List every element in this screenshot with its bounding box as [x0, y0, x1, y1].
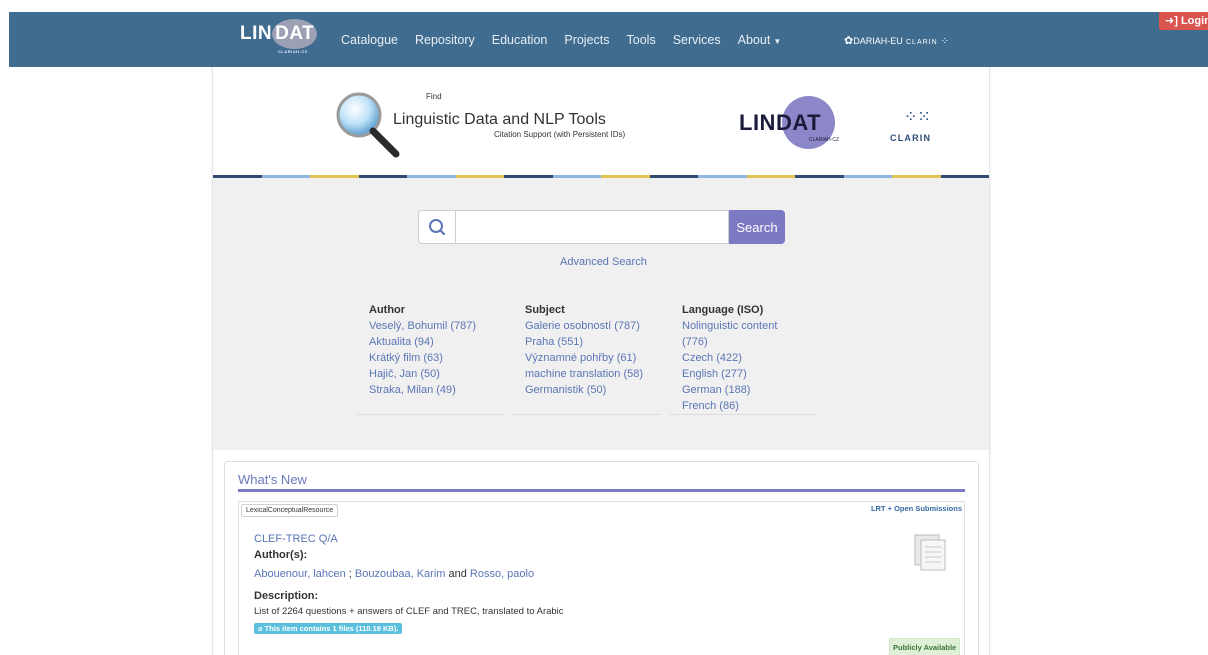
dariah-flower-icon: ✿: [844, 35, 854, 47]
search-area: Search Advanced Search Author Veselý, Bo…: [213, 178, 989, 450]
dariah-label: DARIAH-EU: [853, 36, 903, 46]
facet-value[interactable]: Czech (422): [682, 350, 828, 366]
clarin-nav-label: CLARIN: [906, 39, 938, 46]
author-link[interactable]: Rosso, paolo: [470, 568, 534, 580]
lindat-banner-logo: LINDAT CLARIAH-CZ: [739, 96, 851, 153]
clarin-nav-logo[interactable]: CLARIN ⁘: [906, 36, 949, 47]
facet-heading: Author: [369, 304, 406, 316]
paperclip-icon: ⌀: [258, 624, 265, 633]
citation-subtitle: Citation Support (with Persistent IDs): [494, 130, 626, 139]
facet-value[interactable]: German (188): [682, 382, 828, 398]
authors-list: Abouenour, lahcen ; Bouzoubaa, Karim and…: [254, 568, 534, 580]
facet-value[interactable]: Hajič, Jan (50): [369, 366, 515, 382]
nav-tools[interactable]: Tools: [627, 33, 656, 47]
facet-heading: Subject: [525, 304, 565, 316]
facet-divider: [513, 414, 660, 415]
nav-services[interactable]: Services: [673, 33, 721, 47]
whats-new-title: What's New: [238, 472, 307, 487]
facet-value[interactable]: Aktualita (94): [369, 334, 515, 350]
clarin-dots-icon: ⁘: [940, 36, 950, 47]
files-label: This item contains 1 files (110.19 KB).: [264, 624, 399, 633]
facet-subject: Subject Galerie osobností (787) Praha (5…: [513, 304, 671, 415]
clarin-logo-icon: ⁘⁙: [904, 109, 931, 126]
files-badge: ⌀ This item contains 1 files (110.19 KB)…: [254, 623, 403, 634]
logo-text: LIN: [240, 23, 273, 44]
facet-value[interactable]: Veselý, Bohumil (787): [369, 318, 515, 334]
top-navbar: LIN DAT CLARIAH-CZ Catalogue Repository E…: [9, 12, 1208, 67]
description-label: Description:: [254, 590, 319, 602]
item-description: List of 2264 questions + answers of CLEF…: [254, 606, 564, 617]
search-icon-box: [418, 210, 455, 244]
facet-value[interactable]: Germanistik (50): [525, 382, 671, 398]
facet-heading: Language (ISO): [682, 304, 764, 316]
license-label: LRT + Open Submissions: [870, 504, 962, 513]
lindat-logo[interactable]: LIN DAT CLARIAH-CZ: [240, 19, 318, 54]
logo-subtitle: CLARIAH-CZ: [278, 49, 308, 54]
sign-in-icon: ➜: [1165, 15, 1175, 27]
nav-about-dropdown[interactable]: About ▼: [738, 33, 782, 47]
item-card: LexicalConceptualResource LRT + Open Sub…: [238, 501, 965, 655]
header-banner: Find Linguistic Data and NLP Tools Citat…: [213, 67, 989, 177]
item-title-link[interactable]: CLEF-TREC Q/A: [254, 533, 338, 545]
author-link[interactable]: Abouenour, lahcen: [254, 568, 346, 580]
main-nav: Catalogue Repository Education Projects …: [341, 33, 798, 47]
facet-value[interactable]: Krátký film (63): [369, 350, 515, 366]
author-separator: ;: [345, 568, 355, 580]
lindat-banner-text: LINDAT: [739, 110, 822, 135]
facet-value[interactable]: Významné pohřby (61): [525, 350, 671, 366]
facet-value[interactable]: Praha (551): [525, 334, 671, 350]
facet-value[interactable]: Nolinguistic content: [682, 318, 828, 334]
login-label: Login: [1180, 15, 1208, 27]
dariah-logo[interactable]: ✿DARIAH-EU: [844, 34, 903, 47]
nav-projects[interactable]: Projects: [564, 33, 609, 47]
banner-title: Linguistic Data and NLP Tools: [393, 111, 606, 128]
item-type-tag: LexicalConceptualResource: [241, 504, 339, 517]
advanced-search-link[interactable]: Advanced Search: [560, 256, 647, 268]
facet-language: Language (ISO) Nolinguistic content (776…: [670, 304, 828, 415]
find-label: Find: [426, 92, 442, 101]
search-input[interactable]: [455, 210, 729, 244]
clarin-banner-label: CLARIN: [890, 133, 932, 143]
lindat-banner-sub: CLARIAH-CZ: [809, 137, 840, 143]
authors-label: Author(s):: [254, 549, 308, 561]
whats-new-panel: What's New LexicalConceptualResource LRT…: [224, 461, 979, 655]
document-icon: [914, 534, 946, 571]
nav-education[interactable]: Education: [492, 33, 548, 47]
caret-down-icon: ▼: [773, 37, 782, 46]
nav-catalogue[interactable]: Catalogue: [341, 33, 398, 47]
facet-value[interactable]: (776): [682, 334, 828, 350]
facet-value[interactable]: machine translation (58): [525, 366, 671, 382]
nav-repository[interactable]: Repository: [415, 33, 475, 47]
facet-value[interactable]: Galerie osobností (787): [525, 318, 671, 334]
main-container: Find Linguistic Data and NLP Tools Citat…: [212, 67, 990, 655]
search-button[interactable]: Search: [729, 210, 785, 244]
clarin-banner-logo: ⁘⁙ CLARIN: [890, 107, 931, 143]
author-separator: and: [445, 568, 470, 580]
availability-badge: Publicly Available: [889, 638, 961, 655]
facet-value[interactable]: French (86): [682, 398, 828, 414]
whats-new-divider: [238, 489, 965, 492]
author-link[interactable]: Bouzoubaa, Karim: [355, 568, 446, 580]
login-button[interactable]: ➜] Login: [1159, 12, 1208, 30]
facet-value[interactable]: English (277): [682, 366, 828, 382]
facet-divider: [357, 414, 504, 415]
logo-circle-text: DAT: [272, 19, 318, 49]
search-group: Search: [418, 210, 785, 244]
search-icon: [429, 219, 446, 236]
nav-about-label: About: [737, 33, 771, 47]
facet-value[interactable]: Straka, Milan (49): [369, 382, 515, 398]
facet-author: Author Veselý, Bohumil (787) Aktualita (…: [357, 304, 515, 415]
facet-divider: [670, 414, 817, 415]
